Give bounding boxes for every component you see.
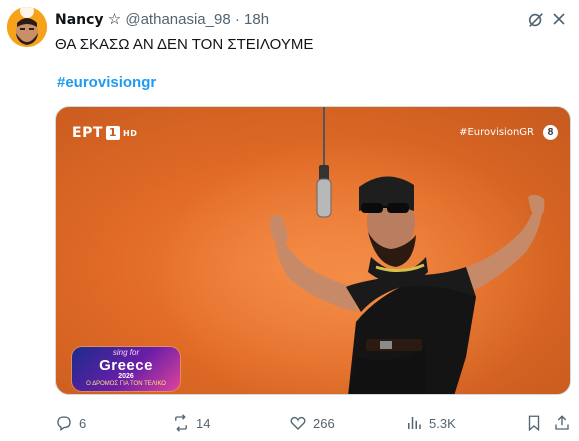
avatar-image bbox=[7, 7, 47, 47]
reply-icon bbox=[57, 416, 71, 432]
repost-button[interactable]: 14 bbox=[172, 414, 210, 432]
separator: · bbox=[234, 11, 240, 28]
like-button[interactable]: 266 bbox=[289, 414, 335, 432]
views-count: 5.3K bbox=[429, 415, 456, 431]
hashtag-link[interactable]: #eurovisiongr bbox=[57, 73, 156, 93]
display-name[interactable]: Nancy bbox=[55, 12, 104, 28]
badge-icon: ☆ bbox=[107, 11, 122, 28]
grok-icon[interactable] bbox=[527, 11, 545, 29]
views-button[interactable]: 5.3K bbox=[405, 414, 456, 432]
share-icon bbox=[555, 415, 569, 430]
heart-icon bbox=[290, 416, 306, 430]
channel-number: 1 bbox=[105, 126, 121, 140]
show-logo-subtitle: Ο ΔΡΟΜΟΣ ΓΙΑ ΤΟΝ ΤΕΛΙΚΟ bbox=[86, 381, 166, 387]
ert-logo: ΕΡΤ 1 HD bbox=[72, 125, 137, 141]
reply-button[interactable]: 6 bbox=[55, 414, 86, 432]
repost-count: 14 bbox=[196, 415, 211, 431]
reply-count: 6 bbox=[79, 415, 87, 431]
close-icon[interactable] bbox=[549, 9, 569, 29]
handle[interactable]: @athanasia_98 bbox=[125, 11, 230, 28]
share-button[interactable] bbox=[553, 414, 571, 432]
show-logo-year: 2026 bbox=[118, 373, 134, 380]
like-count: 266 bbox=[313, 415, 335, 431]
hashtag-overlay: #EurovisionGR bbox=[459, 127, 534, 138]
post-media[interactable]: ΕΡΤ 1 HD #EurovisionGR 8 sing for Greece… bbox=[55, 106, 571, 395]
show-logo: sing for Greece 2026 Ο ΔΡΟΜΟΣ ΓΙΑ ΤΟΝ ΤΕ… bbox=[72, 347, 180, 391]
quality-label: HD bbox=[123, 128, 138, 138]
show-logo-main: Greece bbox=[99, 357, 153, 374]
action-bar: 6 14 266 5.3K bbox=[0, 414, 579, 434]
timestamp[interactable]: 18h bbox=[244, 11, 269, 28]
bookmark-icon bbox=[528, 415, 540, 432]
views-icon bbox=[408, 417, 421, 429]
avatar[interactable] bbox=[7, 7, 47, 47]
bookmark-button[interactable] bbox=[525, 414, 543, 432]
post-header: Nancy ☆ @athanasia_98 · 18h bbox=[55, 11, 269, 29]
age-rating-badge: 8 bbox=[543, 125, 558, 140]
post-text: ΘΑ ΣΚΑΣΩ ΑΝ ΔΕΝ ΤΟΝ ΣΤΕΙΛΟΥΜΕ bbox=[55, 36, 314, 53]
broadcaster-name: ΕΡΤ bbox=[72, 125, 103, 141]
repost-icon bbox=[175, 414, 187, 432]
